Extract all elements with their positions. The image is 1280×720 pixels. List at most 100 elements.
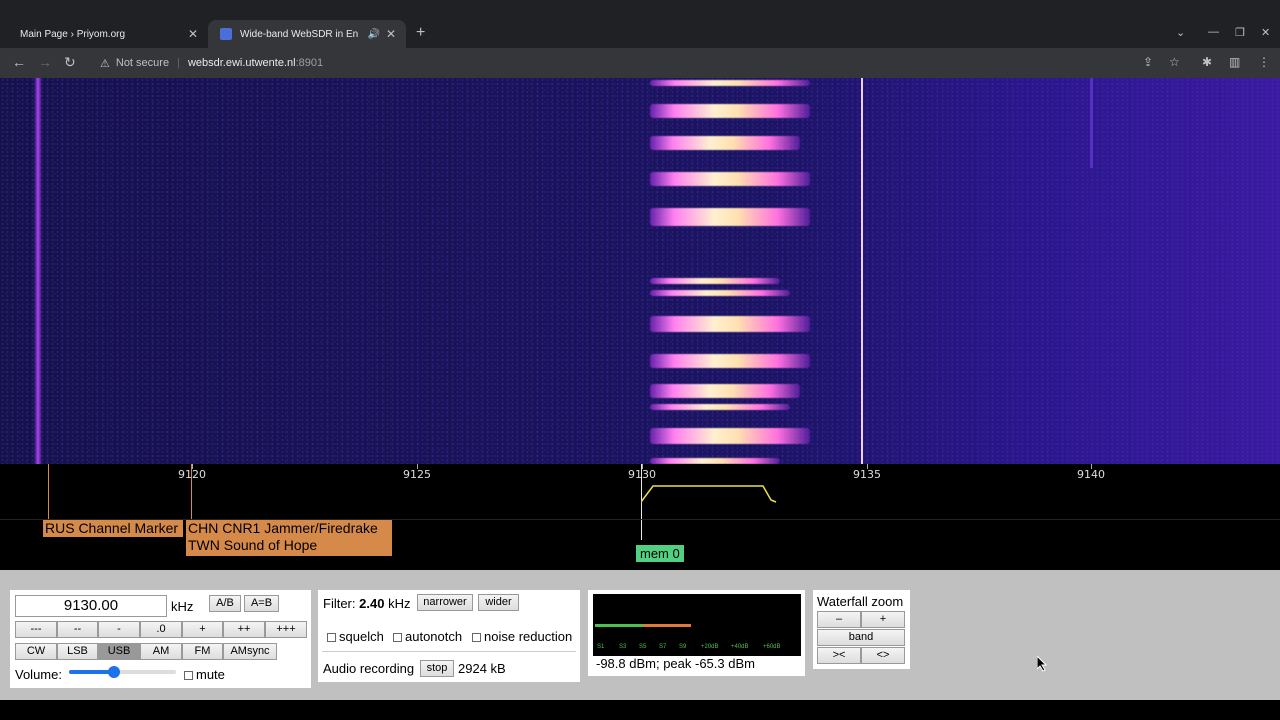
signal-burst	[650, 384, 800, 398]
station-label[interactable]: RUS Channel Marker	[43, 520, 183, 537]
station-label[interactable]: TWN Sound of Hope	[186, 537, 392, 556]
checkbox-icon[interactable]	[327, 633, 336, 643]
mode-am-button[interactable]: AM	[140, 643, 182, 660]
tick-label: 9130	[628, 468, 656, 481]
step-button[interactable]: -	[98, 621, 140, 638]
carrier-trace	[1090, 78, 1093, 168]
mode-lsb-button[interactable]: LSB	[57, 643, 98, 660]
share-icon[interactable]: ⇪	[1143, 55, 1153, 69]
divider: |	[177, 57, 180, 69]
checkbox-icon[interactable]	[393, 633, 402, 643]
step-button[interactable]: +	[182, 621, 223, 638]
url-port: :8901	[295, 57, 324, 69]
websdr-favicon-icon	[220, 28, 232, 40]
filter-unit: kHz	[388, 596, 411, 611]
waterfall-display[interactable]	[0, 78, 1280, 464]
squelch-label: squelch	[339, 629, 384, 644]
mute-label: mute	[196, 667, 225, 682]
waterfall-noise	[0, 78, 1280, 464]
address-bar[interactable]: ⚠ Not secure | websdr.ewi.utwente.nl:890…	[92, 51, 1192, 75]
signal-burst	[650, 428, 810, 444]
checkbox-icon[interactable]	[472, 633, 481, 643]
step-button[interactable]: ---	[15, 621, 57, 638]
close-window-icon[interactable]: ✕	[1261, 26, 1270, 39]
smeter-level-bar	[595, 624, 643, 627]
noise-reduction-checkbox[interactable]: noise reduction	[472, 629, 572, 644]
stop-recording-button[interactable]: stop	[420, 660, 454, 677]
passband-indicator[interactable]	[641, 484, 781, 506]
tab-search-icon[interactable]: ⌄	[1176, 26, 1185, 39]
autonotch-label: autonotch	[405, 629, 463, 644]
step-button[interactable]: .0	[140, 621, 182, 638]
carrier-trace	[34, 78, 42, 464]
mode-fm-button[interactable]: FM	[182, 643, 223, 660]
tuned-frequency-line	[861, 78, 863, 464]
a-equals-b-button[interactable]: A=B	[244, 595, 279, 612]
tick-label: 9125	[403, 468, 431, 481]
new-tab-icon[interactable]: +	[416, 24, 425, 42]
mute-checkbox[interactable]: mute	[184, 667, 225, 682]
back-icon[interactable]: ←	[12, 54, 26, 70]
zoom-shrink-button[interactable]: ><	[817, 647, 861, 664]
station-label[interactable]: CHN CNR1 Jammer/Firedrake	[186, 520, 392, 537]
speaker-icon[interactable]: 🔊	[368, 29, 380, 40]
mouse-cursor-icon	[1037, 656, 1048, 672]
filter-label: Filter:	[323, 596, 356, 611]
star-icon[interactable]: ☆	[1169, 55, 1180, 69]
volume-slider-thumb[interactable]	[107, 666, 120, 678]
signal-burst	[650, 104, 810, 118]
step-button[interactable]: --	[57, 621, 98, 638]
squelch-checkbox[interactable]: squelch	[327, 629, 384, 644]
narrower-button[interactable]: narrower	[417, 594, 473, 611]
filter-bandwidth: 2.40	[359, 596, 385, 611]
smeter-scale-label: S5	[639, 644, 647, 650]
volume-slider-track[interactable]	[69, 666, 176, 678]
signal-burst	[650, 354, 810, 368]
warning-icon: ⚠	[100, 57, 110, 70]
sidepanel-icon[interactable]: ▥	[1229, 55, 1240, 69]
smeter-scale-label: +60dB	[763, 644, 781, 650]
zoom-in-button[interactable]: +	[861, 611, 905, 628]
signal-burst	[650, 316, 810, 332]
step-button[interactable]: +++	[265, 621, 307, 638]
mode-usb-button[interactable]: USB	[98, 643, 140, 660]
zoom-out-button[interactable]: –	[817, 611, 861, 628]
signal-burst	[650, 404, 790, 410]
zoom-band-button[interactable]: band	[817, 629, 905, 646]
mode-cw-button[interactable]: CW	[15, 643, 57, 660]
close-icon[interactable]: ✕	[386, 27, 396, 41]
menu-icon[interactable]: ⋮	[1258, 55, 1270, 69]
restore-icon[interactable]: ❐	[1235, 26, 1245, 39]
frequency-unit: kHz	[171, 599, 194, 614]
smeter-reading: -98.8 dBm; peak -65.3 dBm	[596, 656, 755, 671]
signal-burst	[650, 80, 810, 86]
checkbox-icon[interactable]	[184, 671, 193, 681]
reload-icon[interactable]: ↻	[64, 54, 76, 71]
url-host: websdr.ewi.utwente.nl	[187, 57, 296, 69]
zoom-expand-button[interactable]: <>	[861, 647, 905, 664]
mode-amsync-button[interactable]: AMsync	[223, 643, 277, 660]
tab-title: Wide-band WebSDR in Ensch	[240, 28, 358, 40]
station-marker-line	[191, 464, 192, 520]
step-button[interactable]: ++	[223, 621, 265, 638]
forward-icon[interactable]: →	[38, 54, 52, 70]
smeter-scale-label: +40dB	[731, 644, 749, 650]
signal-burst	[650, 136, 800, 150]
signal-burst	[650, 278, 780, 284]
recording-label: Audio recording	[323, 661, 415, 676]
security-label: Not secure	[115, 57, 170, 69]
autonotch-checkbox[interactable]: autonotch	[393, 629, 462, 644]
memory-tag[interactable]: mem 0	[636, 545, 684, 562]
signal-burst	[650, 290, 790, 296]
extensions-icon[interactable]: ✱	[1202, 55, 1212, 69]
filter-readout: Filter: 2.40 kHz	[323, 596, 410, 611]
frequency-input[interactable]: 9130.00	[15, 595, 167, 617]
close-icon[interactable]: ✕	[188, 27, 198, 41]
smeter-scale-label: S3	[619, 644, 627, 650]
tab-priyom[interactable]: Main Page › Priyom.org ✕	[8, 20, 208, 48]
tick-label: 9140	[1077, 468, 1105, 481]
minimize-icon[interactable]: —	[1208, 26, 1219, 38]
ab-button[interactable]: A/B	[209, 595, 241, 612]
wider-button[interactable]: wider	[478, 594, 519, 611]
tab-websdr[interactable]: Wide-band WebSDR in Ensch 🔊 ✕	[208, 20, 406, 48]
